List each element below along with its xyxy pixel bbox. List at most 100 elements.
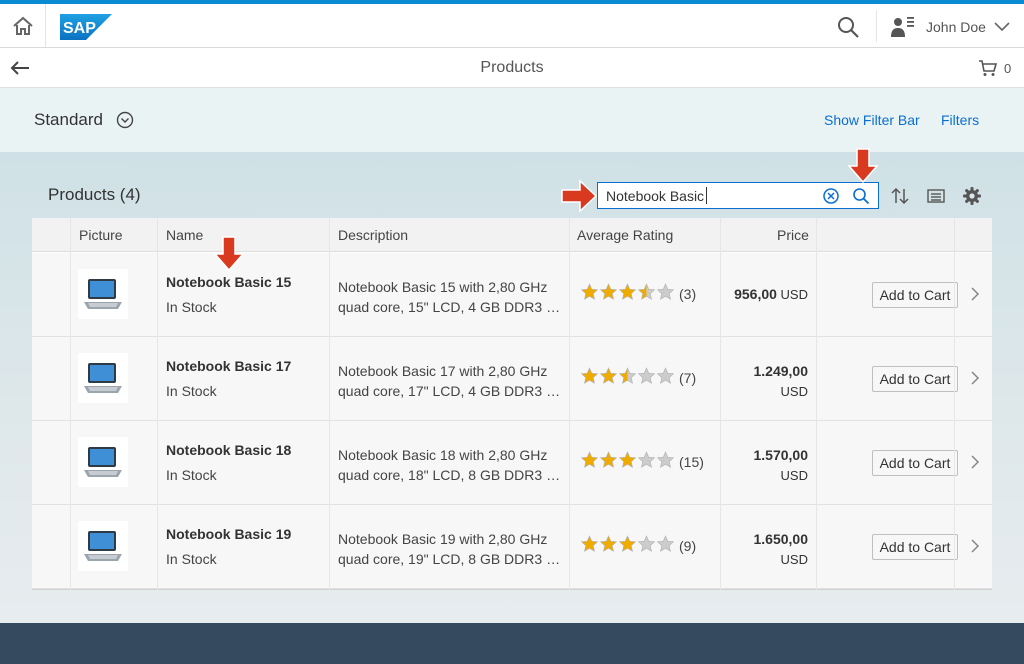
price-value: 1.650,00 bbox=[753, 531, 809, 547]
price-currency: USD bbox=[780, 287, 808, 302]
column-divider bbox=[329, 218, 330, 590]
column-header-description[interactable]: Description bbox=[338, 227, 408, 243]
chevron-right-icon[interactable] bbox=[970, 287, 980, 301]
add-to-cart-button[interactable]: Add to Cart bbox=[872, 366, 958, 392]
column-header-name[interactable]: Name bbox=[166, 227, 203, 243]
footer-bar bbox=[0, 623, 1024, 664]
home-icon bbox=[12, 16, 33, 35]
column-divider bbox=[954, 218, 955, 590]
price-currency: USD bbox=[780, 552, 808, 567]
product-price: 956,00 USD bbox=[722, 286, 808, 302]
column-header-picture[interactable]: Picture bbox=[79, 227, 123, 243]
rating-count: (3) bbox=[679, 286, 697, 302]
page-title: Products bbox=[480, 59, 544, 76]
content-area: Standard Show Filter Bar Filters Product… bbox=[0, 88, 1024, 623]
annotation-arrow-down-icon bbox=[214, 236, 244, 272]
cart-button[interactable]: 0 bbox=[978, 57, 1011, 79]
description-line-2: quad core, 15" LCD, 4 GB DDR3 RAM, 500 G… bbox=[338, 299, 562, 315]
sap-logo-text: SAP bbox=[63, 20, 96, 37]
price-value: 956,00 bbox=[734, 286, 777, 302]
show-filter-bar-link[interactable]: Show Filter Bar bbox=[824, 112, 920, 128]
search-input-value[interactable]: Notebook Basic bbox=[606, 188, 704, 204]
add-to-cart-button[interactable]: Add to Cart bbox=[872, 450, 958, 476]
column-divider bbox=[720, 218, 721, 590]
filters-link[interactable]: Filters bbox=[941, 112, 979, 128]
star-icon bbox=[618, 450, 637, 474]
price-value: 1.570,00 bbox=[753, 447, 809, 463]
star-icon bbox=[656, 534, 675, 558]
page-header: Products 0 bbox=[0, 48, 1024, 88]
chevron-right-icon[interactable] bbox=[970, 455, 980, 469]
product-description: Notebook Basic 18 with 2,80 GHz quad cor… bbox=[338, 445, 562, 485]
cart-icon bbox=[979, 60, 998, 76]
laptop-icon bbox=[78, 269, 128, 319]
shell-search-button[interactable] bbox=[834, 13, 862, 41]
column-divider bbox=[816, 218, 817, 590]
annotation-arrow-right-icon bbox=[561, 179, 598, 213]
variant-dropdown-icon[interactable] bbox=[116, 111, 134, 129]
star-icon bbox=[637, 450, 656, 474]
star-icon bbox=[580, 282, 599, 306]
gear-icon[interactable] bbox=[962, 186, 982, 206]
chevron-right-icon[interactable] bbox=[970, 371, 980, 385]
column-header-average-rating[interactable]: Average Rating bbox=[577, 227, 673, 243]
product-status: In Stock bbox=[166, 551, 217, 567]
home-button[interactable] bbox=[0, 4, 46, 47]
add-to-cart-button[interactable]: Add to Cart bbox=[872, 282, 958, 308]
star-icon bbox=[656, 282, 675, 306]
add-to-cart-button[interactable]: Add to Cart bbox=[872, 534, 958, 560]
product-description: Notebook Basic 19 with 2,80 GHz quad cor… bbox=[338, 529, 562, 569]
chevron-right-icon[interactable] bbox=[970, 539, 980, 553]
search-icon[interactable] bbox=[852, 187, 870, 205]
description-line-1: Notebook Basic 17 with 2,80 GHz bbox=[338, 363, 548, 379]
sort-icon[interactable] bbox=[890, 186, 910, 206]
cart-count: 0 bbox=[1004, 60, 1012, 76]
clear-icon[interactable] bbox=[822, 187, 840, 205]
user-icon bbox=[891, 17, 914, 37]
description-line-2: quad core, 19" LCD, 8 GB DDR3 RAM, 1000 … bbox=[338, 551, 562, 567]
column-divider bbox=[569, 218, 570, 590]
text-caret bbox=[706, 187, 707, 204]
rating-indicator: (7) bbox=[580, 366, 697, 390]
rating-count: (9) bbox=[679, 538, 697, 554]
price-currency: USD bbox=[780, 384, 808, 399]
user-menu-button[interactable]: John Doe bbox=[890, 12, 1014, 42]
laptop-icon bbox=[78, 521, 128, 571]
laptop-icon bbox=[78, 353, 128, 403]
star-icon bbox=[599, 366, 618, 390]
columns-icon[interactable] bbox=[926, 186, 946, 206]
star-icon bbox=[618, 282, 637, 306]
product-price: 1.650,00 USD bbox=[722, 529, 809, 570]
annotation-arrow-down-icon bbox=[848, 148, 878, 184]
shell-bar: SAP John Doe bbox=[0, 4, 1024, 48]
star-icon bbox=[618, 534, 637, 558]
product-name[interactable]: Notebook Basic 17 bbox=[166, 358, 291, 374]
description-line-2: quad core, 18" LCD, 8 GB DDR3 RAM, 1000 … bbox=[338, 467, 562, 483]
star-icon bbox=[599, 282, 618, 306]
star-icon bbox=[580, 450, 599, 474]
product-name[interactable]: Notebook Basic 18 bbox=[166, 442, 291, 458]
rating-count: (7) bbox=[679, 370, 697, 386]
description-line-2: quad core, 17" LCD, 4 GB DDR3 RAM, 500 G… bbox=[338, 383, 562, 399]
table-row[interactable]: Notebook Basic 17 In Stock Notebook Basi… bbox=[32, 337, 992, 421]
product-status: In Stock bbox=[166, 299, 217, 315]
table-row[interactable]: Notebook Basic 15 In Stock Notebook Basi… bbox=[32, 253, 992, 337]
column-header-price[interactable]: Price bbox=[777, 227, 809, 243]
sap-logo: SAP bbox=[60, 14, 112, 40]
table-row[interactable]: Notebook Basic 19 In Stock Notebook Basi… bbox=[32, 505, 992, 589]
product-description: Notebook Basic 17 with 2,80 GHz quad cor… bbox=[338, 361, 562, 401]
price-currency: USD bbox=[780, 468, 808, 483]
table-row[interactable]: Notebook Basic 18 In Stock Notebook Basi… bbox=[32, 421, 992, 505]
product-name[interactable]: Notebook Basic 19 bbox=[166, 526, 291, 542]
rating-indicator: (3) bbox=[580, 282, 697, 306]
variant-name: Standard bbox=[34, 110, 103, 129]
table-header: Picture Name Description Average Rating … bbox=[32, 218, 992, 252]
search-input[interactable]: Notebook Basic bbox=[597, 182, 879, 209]
product-name[interactable]: Notebook Basic 15 bbox=[166, 274, 291, 290]
column-divider bbox=[70, 218, 71, 590]
description-line-1: Notebook Basic 18 with 2,80 GHz bbox=[338, 447, 548, 463]
table-title: Products (4) bbox=[48, 185, 141, 204]
description-line-1: Notebook Basic 19 with 2,80 GHz bbox=[338, 531, 548, 547]
user-name: John Doe bbox=[926, 19, 986, 35]
star-icon bbox=[599, 534, 618, 558]
